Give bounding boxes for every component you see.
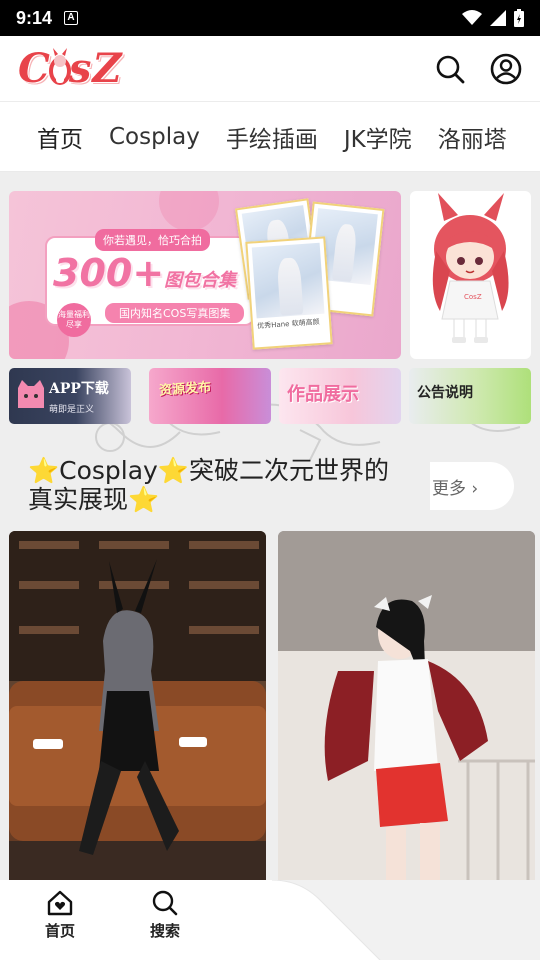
resource-release-banner[interactable]: 资源发布 xyxy=(149,368,271,424)
section-title-part1: Cosplay xyxy=(59,456,158,485)
category-tabs: 首页 Cosplay 手绘插画 JK学院 洛丽塔 xyxy=(0,102,540,172)
resource-release-title: 资源发布 xyxy=(158,380,212,399)
nav-search[interactable]: 搜索 xyxy=(135,890,195,941)
banner-count-suffix: 图包合集 xyxy=(164,270,237,291)
cat-icon xyxy=(18,380,44,408)
cosz-logo[interactable]: C sZ xyxy=(18,45,123,92)
svg-text:CosZ: CosZ xyxy=(464,293,482,301)
nav-home[interactable]: 首页 xyxy=(30,890,90,941)
announcement-title: 公告说明 xyxy=(417,385,473,401)
quick-links: APP下载 萌即是正义 资源发布 作品展示 公告说明 xyxy=(9,368,531,424)
tabs-fade xyxy=(500,102,540,171)
banner-photo-caption: 优秀Hane 软萌高颜 xyxy=(256,317,320,331)
cosplay-card[interactable] xyxy=(278,531,535,880)
header-actions xyxy=(434,53,522,85)
cosplay-card[interactable] xyxy=(9,531,266,880)
section-title-line2: 真实展现 xyxy=(28,485,129,514)
home-heart-icon xyxy=(47,890,73,916)
banner-decoration xyxy=(159,191,219,231)
works-showcase-banner[interactable]: 作品展示 xyxy=(279,368,401,424)
signal-icon xyxy=(490,10,506,26)
works-showcase-title: 作品展示 xyxy=(287,384,359,405)
star-icon: ⭐ xyxy=(128,485,160,514)
cosplay-section-header: ⭐Cosplay⭐突破二次元世界的 真实展现⭐ 更多 › xyxy=(0,442,540,532)
banner-tagline: 你若遇见，恰巧合拍 xyxy=(95,229,210,251)
more-button[interactable]: 更多 › xyxy=(430,462,514,510)
cosplay-photo xyxy=(9,531,266,880)
app-download-banner[interactable]: APP下载 萌即是正义 xyxy=(9,368,131,424)
bottom-navigation: 首页 搜索 xyxy=(0,880,540,960)
battery-icon xyxy=(514,9,524,27)
search-icon xyxy=(436,55,465,83)
banner-subtitle: 国内知名COS写真图集 xyxy=(105,303,245,323)
status-icons xyxy=(462,9,524,27)
announcement-banner[interactable]: 公告说明 xyxy=(409,368,531,424)
nav-home-label: 首页 xyxy=(44,922,75,940)
banner-count: 300+ xyxy=(53,251,165,295)
mascot-o-icon xyxy=(48,47,71,85)
logo-letters-sz: sZ xyxy=(68,45,123,92)
app-download-title: APP下载 xyxy=(49,381,109,397)
app-download-subtitle: 萌即是正义 xyxy=(49,405,95,415)
wifi-icon xyxy=(462,10,482,25)
user-icon xyxy=(490,53,522,84)
star-icon: ⭐ xyxy=(157,456,189,485)
mascot-girl-illustration: CosZ xyxy=(432,193,509,343)
profile-button[interactable] xyxy=(490,53,522,85)
status-bar: 9:14 A xyxy=(0,0,540,36)
home-feed[interactable]: 你若遇见，恰巧合拍 300+图包合集 国内知名COS写真图集 海量福利 尽享 优… xyxy=(0,172,540,880)
banner-stamp: 海量福利 尽享 xyxy=(57,303,91,337)
section-title: ⭐Cosplay⭐突破二次元世界的 真实展现⭐ xyxy=(28,456,428,514)
tab-jk-academy[interactable]: JK学院 xyxy=(344,120,412,154)
search-icon xyxy=(152,890,178,916)
status-time: 9:14 xyxy=(16,7,53,28)
banner-photo: 优秀Hane 软萌高颜 xyxy=(245,236,333,350)
tab-lolita[interactable]: 洛丽塔 xyxy=(438,120,507,154)
logo-letter-c: C xyxy=(18,45,51,92)
app-header: C sZ xyxy=(0,36,540,102)
promo-banner[interactable]: 你若遇见，恰巧合拍 300+图包合集 国内知名COS写真图集 海量福利 尽享 优… xyxy=(9,191,401,359)
tab-illustration[interactable]: 手绘插画 xyxy=(226,120,318,154)
tab-home[interactable]: 首页 xyxy=(37,120,83,171)
cosplay-photo xyxy=(278,531,535,880)
section-title-part2: 突破二次元世界的 xyxy=(189,456,390,485)
mascot-banner[interactable]: CosZ xyxy=(410,191,531,359)
banner-headline: 300+图包合集 xyxy=(53,251,236,295)
tab-cosplay[interactable]: Cosplay xyxy=(109,124,200,150)
notification-icon: A xyxy=(64,11,79,25)
search-button[interactable] xyxy=(434,53,466,85)
nav-search-label: 搜索 xyxy=(149,922,180,940)
star-icon: ⭐ xyxy=(28,456,60,485)
